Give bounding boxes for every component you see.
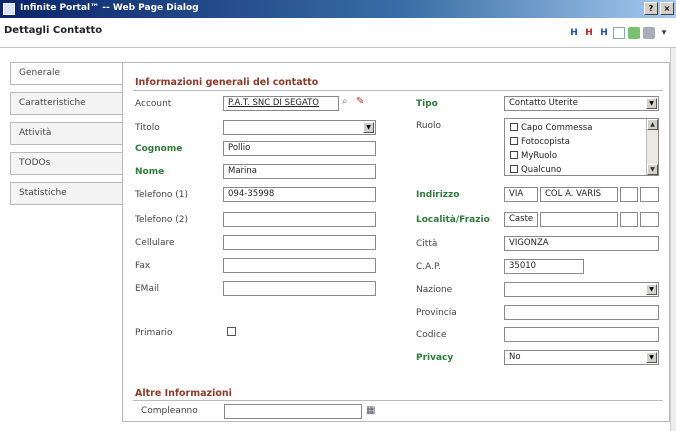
chevron-down-icon[interactable]: ▼ bbox=[646, 284, 657, 295]
page-scrollbar[interactable] bbox=[670, 48, 676, 431]
privacy-label: Privacy bbox=[416, 353, 454, 363]
sidebar-tabs: Generale Caratteristiche Attività TODOs … bbox=[10, 62, 124, 212]
indirizzo-civico-field[interactable] bbox=[620, 187, 638, 202]
compleanno-label: Compleanno bbox=[141, 406, 198, 416]
telefono2-field[interactable] bbox=[223, 212, 376, 227]
telefono1-field[interactable]: 094-35998 bbox=[223, 187, 376, 202]
citta-label: Città bbox=[416, 239, 438, 249]
tipo-value: Contatto Uterite bbox=[509, 98, 578, 108]
tab-todos[interactable]: TODOs bbox=[10, 152, 123, 175]
chevron-down-icon[interactable]: ▼ bbox=[646, 98, 657, 109]
window-title: Infinite Portal™ -- Web Page Dialog bbox=[20, 3, 199, 13]
save-close-icon[interactable]: H bbox=[583, 27, 595, 39]
provincia-label: Provincia bbox=[416, 308, 457, 318]
primario-checkbox[interactable] bbox=[227, 327, 236, 336]
close-button[interactable]: × bbox=[660, 2, 674, 15]
primario-label: Primario bbox=[135, 328, 173, 338]
localita-detail-field[interactable] bbox=[540, 212, 618, 227]
chevron-down-icon[interactable]: ▼ bbox=[363, 122, 374, 133]
ruolo-scrollbar[interactable]: ▲ ▼ bbox=[646, 119, 658, 175]
localita-code-field[interactable] bbox=[640, 212, 659, 227]
toolbar: H H H ▾ bbox=[568, 27, 670, 39]
tipo-label: Tipo bbox=[416, 99, 438, 109]
app-icon bbox=[3, 3, 15, 15]
nazione-label: Nazione bbox=[416, 285, 453, 295]
section-divider bbox=[133, 90, 663, 91]
ruolo-option-label: Qualcuno bbox=[521, 165, 562, 175]
indirizzo-tipo-field[interactable]: VIA bbox=[504, 187, 538, 202]
localita-label: Località/Frazio bbox=[416, 215, 490, 225]
localita-field[interactable]: Caste bbox=[504, 212, 538, 227]
nome-label: Nome bbox=[135, 167, 165, 177]
cap-field[interactable]: 35010 bbox=[504, 259, 584, 274]
save-icon[interactable]: H bbox=[568, 27, 580, 39]
nome-field[interactable]: Marina bbox=[223, 164, 376, 179]
tipo-select[interactable]: Contatto Uterite ▼ bbox=[504, 96, 659, 111]
titolo-select[interactable]: ▼ bbox=[223, 120, 376, 135]
ruolo-option[interactable]: Qualcuno bbox=[510, 165, 561, 175]
ruolo-checkbox[interactable] bbox=[510, 165, 518, 173]
scroll-up-icon[interactable]: ▲ bbox=[647, 119, 658, 130]
ruolo-label: Ruolo bbox=[416, 121, 442, 131]
nazione-select[interactable]: ▼ bbox=[504, 282, 659, 297]
fax-field[interactable] bbox=[223, 258, 376, 273]
privacy-value: No bbox=[509, 352, 521, 362]
indirizzo-label: Indirizzo bbox=[416, 190, 460, 200]
account-label: Account bbox=[135, 99, 172, 109]
provincia-field[interactable] bbox=[504, 305, 659, 320]
telefono1-label: Telefono (1) bbox=[135, 190, 189, 200]
cellulare-field[interactable] bbox=[223, 235, 376, 250]
ruolo-listbox[interactable]: Capo Commessa Fotocopista MyRuolo Qualcu… bbox=[504, 118, 659, 176]
document-icon[interactable] bbox=[613, 27, 625, 39]
page-title: Dettagli Contatto bbox=[4, 25, 103, 36]
chevron-down-icon[interactable]: ▼ bbox=[646, 352, 657, 363]
ruolo-checkbox[interactable] bbox=[510, 123, 518, 131]
search-icon[interactable]: ⌕ bbox=[342, 96, 348, 108]
tab-generale[interactable]: Generale bbox=[10, 62, 124, 85]
tab-statistiche[interactable]: Statistiche bbox=[10, 182, 123, 205]
contact-details-panel: Informazioni generali del contatto Accou… bbox=[122, 62, 670, 422]
email-field[interactable] bbox=[223, 281, 376, 296]
tab-attivita[interactable]: Attività bbox=[10, 122, 123, 145]
ruolo-checkbox[interactable] bbox=[510, 137, 518, 145]
indirizzo-extra-field[interactable] bbox=[640, 187, 659, 202]
codice-field[interactable] bbox=[504, 327, 659, 342]
account-field[interactable]: P.A.T. SNC DI SEGATO bbox=[223, 96, 339, 111]
clear-icon[interactable]: ✎ bbox=[356, 96, 364, 108]
email-label: EMail bbox=[135, 284, 159, 294]
cognome-field[interactable]: Pollio bbox=[223, 141, 376, 156]
privacy-select[interactable]: No ▼ bbox=[504, 350, 659, 365]
ruolo-option-label: MyRuolo bbox=[521, 151, 558, 161]
ruolo-option[interactable]: Fotocopista bbox=[510, 137, 570, 147]
section-other-title: Altre Informazioni bbox=[135, 388, 232, 399]
indirizzo-via-field[interactable]: COL A. VARIS bbox=[540, 187, 618, 202]
print-icon[interactable] bbox=[643, 27, 655, 39]
section-divider bbox=[133, 400, 663, 401]
help-button[interactable]: ? bbox=[644, 2, 658, 15]
ruolo-option[interactable]: Capo Commessa bbox=[510, 123, 592, 133]
codice-label: Codice bbox=[416, 330, 447, 340]
tab-caratteristiche[interactable]: Caratteristiche bbox=[10, 92, 123, 115]
window-titlebar: Infinite Portal™ -- Web Page Dialog ? × bbox=[0, 0, 676, 18]
scroll-down-icon[interactable]: ▼ bbox=[647, 164, 658, 175]
compleanno-field[interactable] bbox=[224, 404, 362, 419]
cap-label: C.A.P. bbox=[416, 262, 441, 272]
cognome-label: Cognome bbox=[135, 144, 183, 154]
citta-field[interactable]: VIGONZA bbox=[504, 236, 659, 251]
fax-label: Fax bbox=[135, 261, 151, 271]
telefono2-label: Telefono (2) bbox=[135, 215, 189, 225]
cellulare-label: Cellulare bbox=[135, 238, 175, 248]
menu-icon[interactable]: ▾ bbox=[658, 27, 670, 39]
section-general-title: Informazioni generali del contatto bbox=[135, 77, 319, 88]
export-icon[interactable] bbox=[628, 27, 640, 39]
dialog-header: Dettagli Contatto H H H ▾ bbox=[0, 18, 676, 48]
ruolo-option[interactable]: MyRuolo bbox=[510, 151, 557, 161]
localita-extra-field[interactable] bbox=[620, 212, 638, 227]
ruolo-option-label: Capo Commessa bbox=[521, 123, 593, 133]
ruolo-checkbox[interactable] bbox=[510, 151, 518, 159]
ruolo-option-label: Fotocopista bbox=[521, 137, 570, 147]
save-new-icon[interactable]: H bbox=[598, 27, 610, 39]
calendar-icon[interactable]: ▦ bbox=[366, 405, 375, 417]
titolo-label: Titolo bbox=[135, 123, 160, 133]
